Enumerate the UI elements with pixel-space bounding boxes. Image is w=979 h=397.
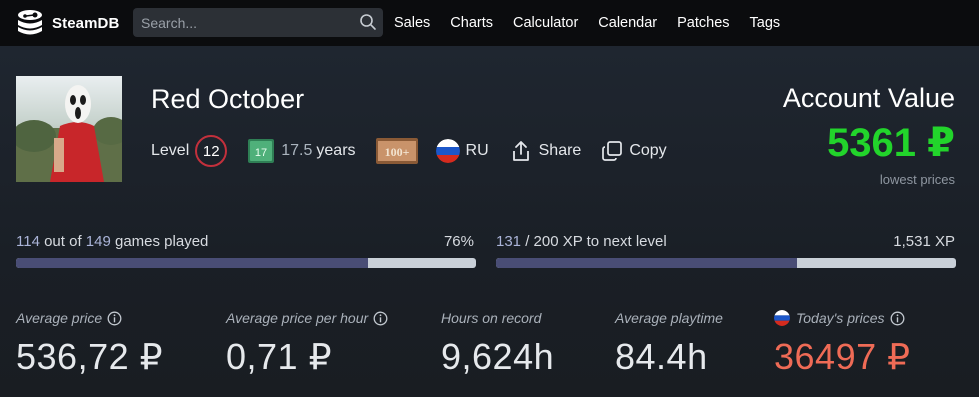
avatar-image: [16, 76, 122, 182]
steamdb-logo[interactable]: SteamDB: [14, 0, 119, 46]
russia-flag-icon: [774, 310, 790, 326]
russia-flag-icon: [435, 139, 460, 163]
average-playtime-label: Average playtime: [615, 310, 723, 326]
hours-on-record-label: Hours on record: [441, 310, 541, 326]
games-out-of: out of: [39, 233, 86, 250]
share-icon[interactable]: [511, 140, 531, 162]
years-badge-number: 17: [255, 147, 267, 159]
years-of-service-badge-icon: 17: [248, 139, 275, 163]
info-icon[interactable]: [107, 311, 122, 326]
nav-sales[interactable]: Sales: [394, 15, 430, 31]
games-played-bar: [16, 258, 476, 268]
xp-current: 131: [496, 233, 522, 250]
todays-prices-label-text: Today's prices: [796, 310, 885, 326]
country-code: RU: [465, 142, 489, 159]
level-label: Level: [151, 142, 190, 159]
nav-calendar[interactable]: Calendar: [598, 15, 657, 31]
games-played-bar-fill: [16, 258, 368, 268]
account-value-title: Account Value: [782, 83, 955, 113]
todays-prices-value: 36497 ₽: [774, 336, 911, 377]
nav-charts[interactable]: Charts: [450, 15, 493, 31]
copy-icon[interactable]: [601, 140, 623, 162]
logo-text: SteamDB: [52, 14, 120, 32]
average-price-label-text: Average price: [16, 310, 103, 326]
search-icon[interactable]: [359, 13, 377, 31]
profile-name: Red October: [151, 84, 305, 114]
profile-panel: Red October Level 12 17 17.5 years 100+ …: [0, 46, 979, 397]
xp-suffix: / 200 XP to next level: [521, 233, 667, 250]
hours-on-record-value: 9,624h: [441, 336, 555, 377]
account-value-subtitle: lowest prices: [879, 172, 955, 187]
info-icon[interactable]: [890, 311, 905, 326]
games-played-label: 114 out of 149 games played: [16, 233, 208, 250]
avatar: [16, 76, 122, 182]
average-playtime-label-text: Average playtime: [615, 310, 723, 326]
average-playtime-value: 84.4h: [615, 336, 708, 377]
average-price-label: Average price: [16, 310, 122, 326]
top-navbar: SteamDB Sales Charts Calculator Calendar…: [0, 0, 979, 46]
todays-prices-label: Today's prices: [774, 310, 905, 326]
info-icon[interactable]: [373, 311, 388, 326]
profile-meta: Level 12 17 17.5 years 100+ RU Share Cop…: [151, 134, 667, 168]
average-price-per-hour-value: 0,71 ₽: [226, 336, 332, 377]
games-played-percent: 76%: [443, 233, 474, 250]
average-price-value: 536,72 ₽: [16, 336, 164, 377]
average-price-per-hour-label-text: Average price per hour: [226, 310, 369, 326]
games-played-suffix: games played: [110, 233, 209, 250]
search-box: [133, 8, 383, 37]
nav-calculator[interactable]: Calculator: [513, 15, 578, 31]
level-badge: 12: [195, 135, 228, 167]
main-nav: Sales Charts Calculator Calendar Patches…: [394, 0, 800, 46]
badge-100-text: 100+: [384, 145, 409, 159]
nav-tags[interactable]: Tags: [750, 15, 781, 31]
copy-button[interactable]: Copy: [629, 142, 666, 160]
nav-patches[interactable]: Patches: [677, 15, 729, 31]
games-total-count: 149: [85, 233, 111, 250]
xp-bar-fill: [496, 258, 798, 268]
hours-on-record-label-text: Hours on record: [441, 310, 542, 326]
share-button[interactable]: Share: [539, 142, 582, 160]
xp-bar: [496, 258, 956, 268]
years-value: 17.5: [281, 142, 313, 159]
games-played-count: 114: [16, 233, 40, 250]
account-value: 5361 ₽: [827, 121, 955, 165]
xp-total: 1,531 XP: [893, 233, 955, 250]
years-unit: years: [316, 142, 356, 159]
game-collector-badge-icon: 100+: [375, 138, 418, 164]
steamdb-logo-icon: [18, 10, 42, 35]
search-input[interactable]: [133, 9, 347, 36]
average-price-per-hour-label: Average price per hour: [226, 310, 388, 326]
xp-label: 131 / 200 XP to next level: [496, 233, 667, 250]
